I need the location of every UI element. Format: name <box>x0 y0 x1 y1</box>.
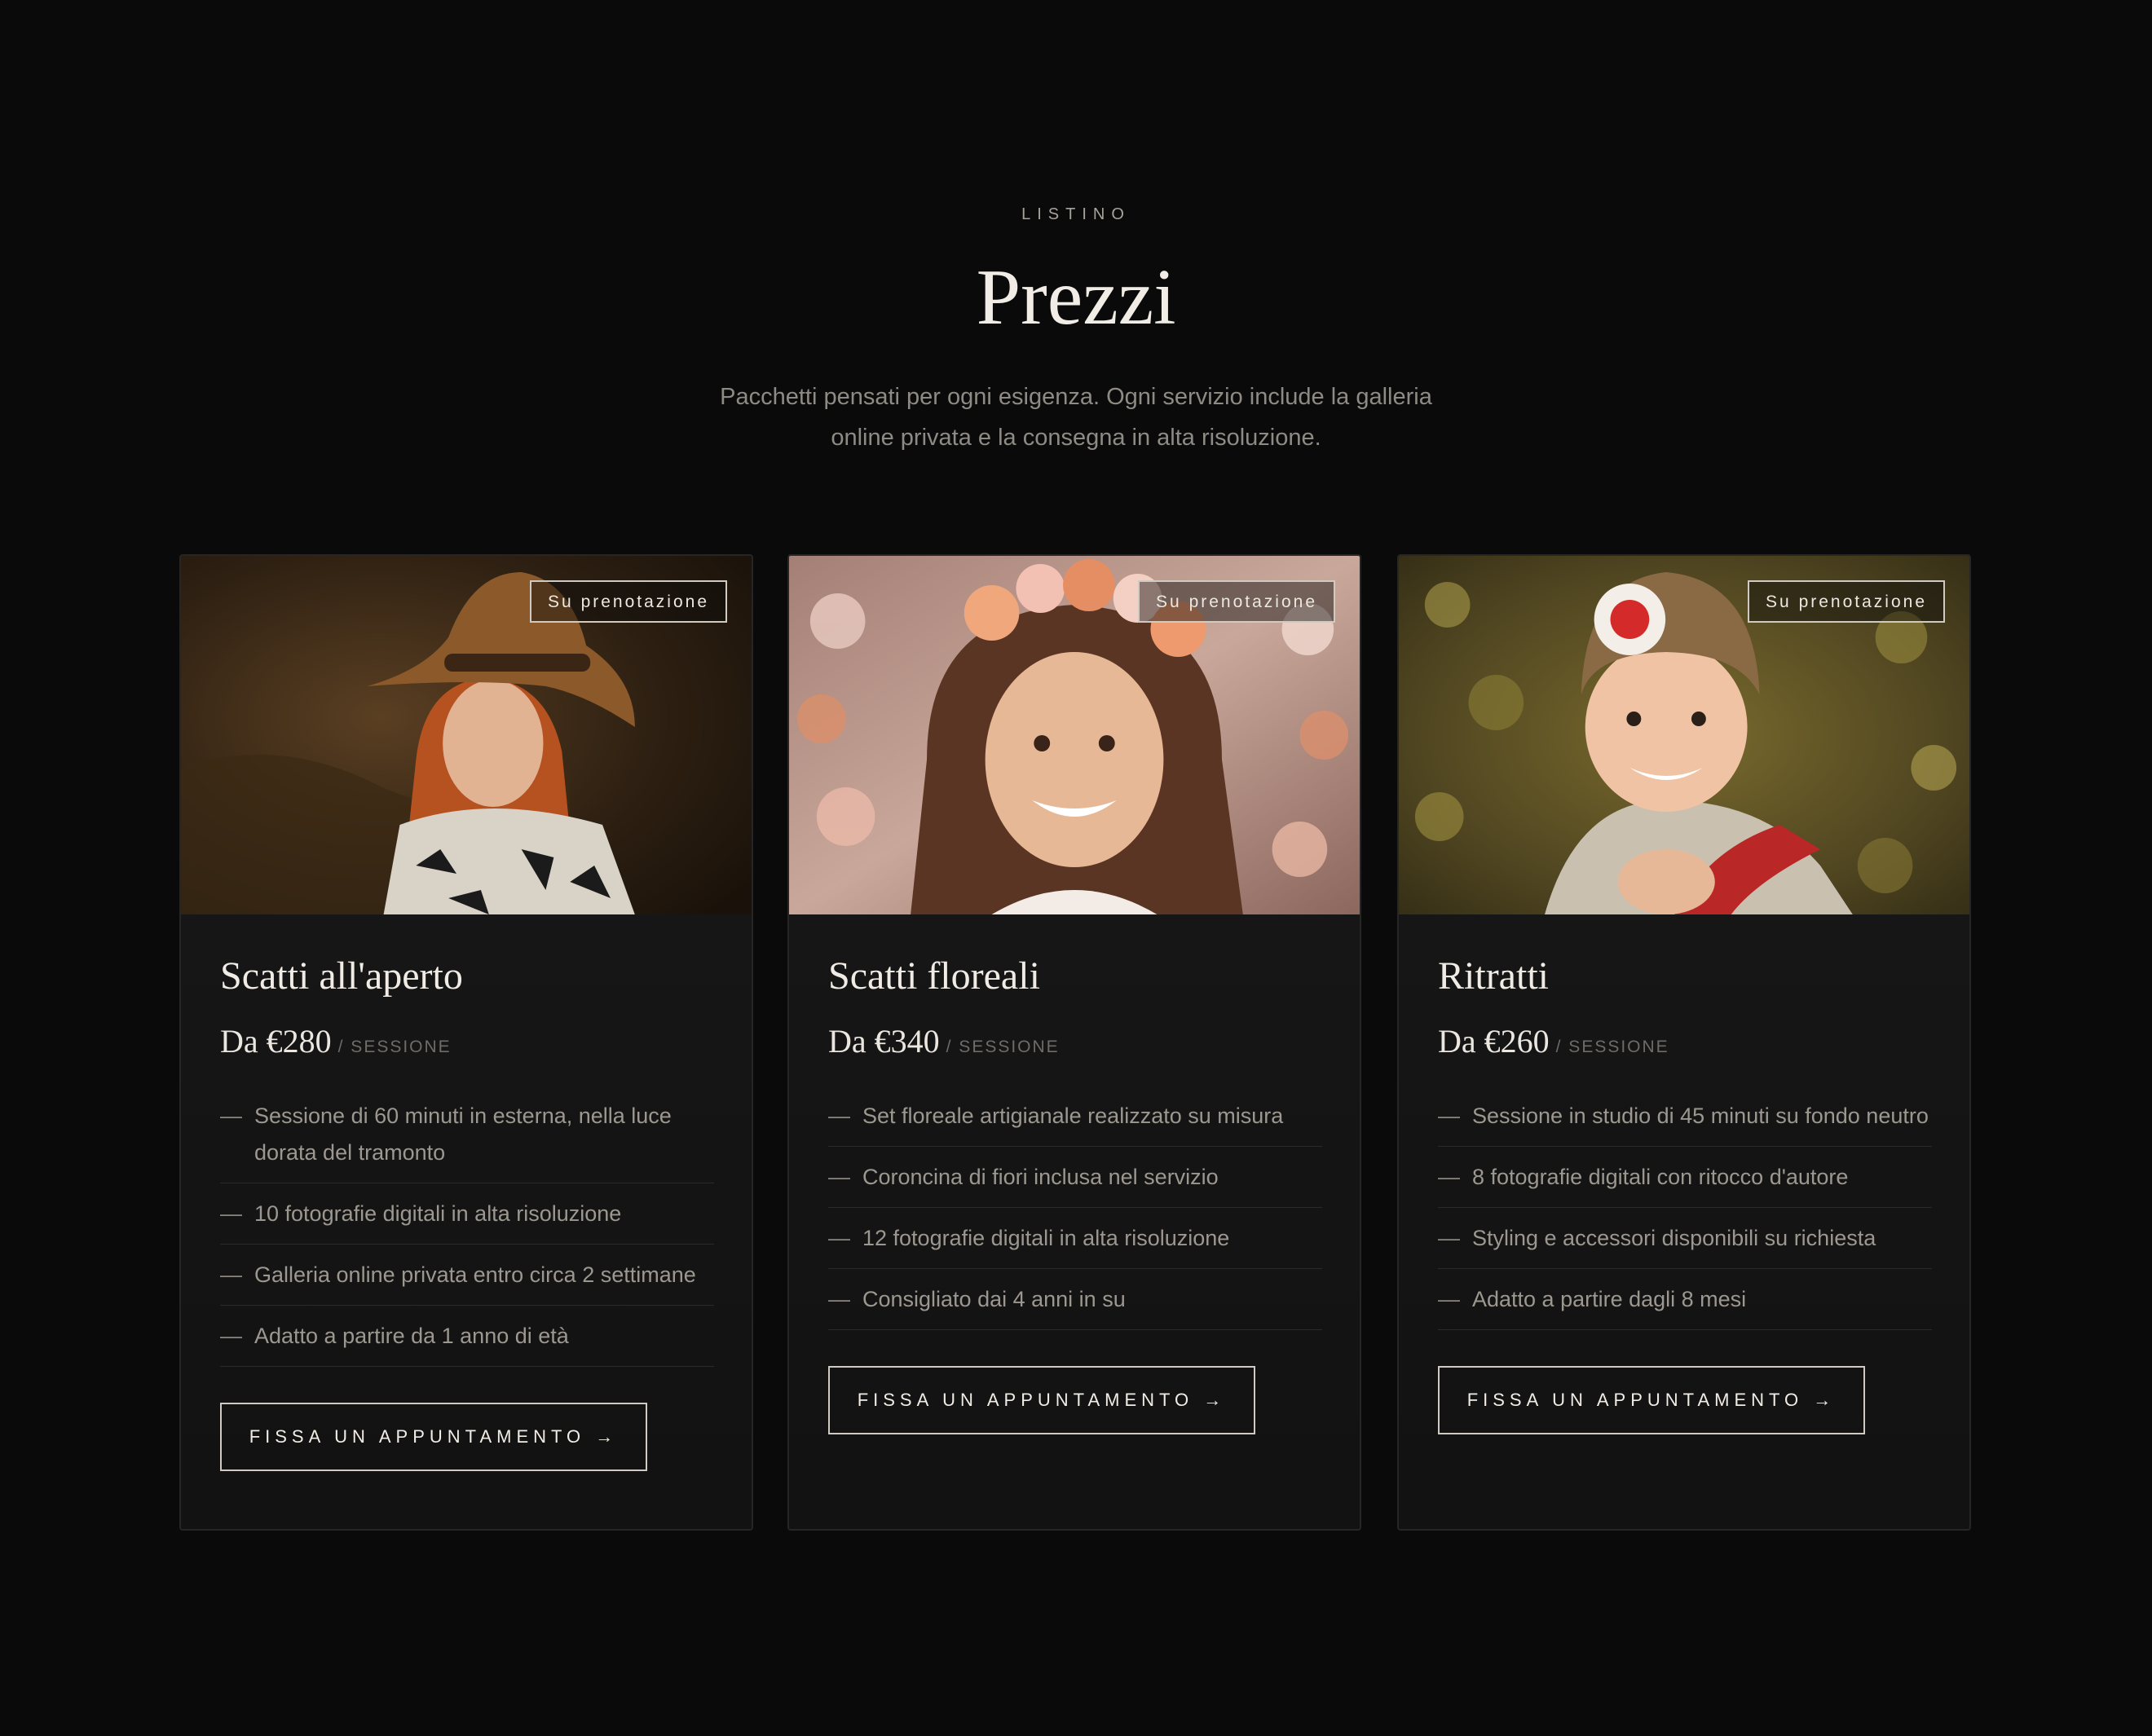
list-item: — Adatto a partire da 1 anno di età <box>220 1306 714 1367</box>
price-amount: Da €260 <box>1438 1023 1550 1060</box>
feature-text: Consigliato dai 4 anni in su <box>862 1287 1126 1311</box>
card-title: Scatti all'aperto <box>220 954 463 998</box>
dash-icon: — <box>220 1262 242 1287</box>
dash-icon: — <box>1438 1287 1460 1311</box>
pricing-card-portraits: Su prenotazione Ritratti Da €260 / SESSIO… <box>1397 554 1971 1531</box>
list-item: — Galleria online privata entro circa 2 s… <box>220 1245 714 1306</box>
dash-icon: — <box>220 1324 242 1348</box>
dash-icon: — <box>828 1104 850 1128</box>
dash-icon: — <box>828 1226 850 1250</box>
dash-icon: — <box>828 1165 850 1189</box>
list-item: — Coroncina di fiori inclusa nel servizio <box>828 1147 1322 1208</box>
list-item: — 12 fotografie digitali in alta risoluzi… <box>828 1208 1322 1269</box>
card-title: Ritratti <box>1438 954 1549 998</box>
feature-text: Coroncina di fiori inclusa nel servizio <box>862 1165 1219 1189</box>
dash-icon: — <box>828 1287 850 1311</box>
dash-icon: — <box>220 1104 242 1128</box>
feature-text: Set floreale artigianale realizzato su m… <box>862 1104 1284 1128</box>
list-item: — Set floreale artigianale realizzato su … <box>828 1086 1322 1147</box>
book-appointment-button[interactable]: FISSA UN APPUNTAMENTO → <box>828 1366 1255 1434</box>
list-item: — 8 fotografie digitali con ritocco d'aut… <box>1438 1147 1932 1208</box>
section-eyebrow: LISTINO <box>1021 205 1131 223</box>
card-title: Scatti floreali <box>828 954 1040 998</box>
section-title: Prezzi <box>976 253 1176 341</box>
list-item: — Adatto a partire dagli 8 mesi <box>1438 1269 1932 1330</box>
feature-text: Sessione in studio di 45 minuti su fondo… <box>1472 1104 1929 1128</box>
feature-text: Adatto a partire da 1 anno di età <box>254 1324 569 1348</box>
list-item: — Styling e accessori disponibili su rich… <box>1438 1208 1932 1269</box>
feature-list: — Set floreale artigianale realizzato su … <box>828 1086 1322 1330</box>
pricing-card-floral: Su prenotazione Scatti floreali Da €340 /… <box>787 554 1361 1531</box>
dash-icon: — <box>1438 1226 1460 1250</box>
price-unit: / SESSIONE <box>946 1038 1060 1056</box>
dash-icon: — <box>220 1201 242 1226</box>
feature-text: Sessione di 60 minuti in esterna, nella … <box>254 1104 672 1165</box>
availability-badge: Su prenotazione <box>1748 580 1945 623</box>
feature-text: 8 fotografie digitali con ritocco d'auto… <box>1472 1165 1849 1189</box>
photo-floral-portrait: Su prenotazione <box>789 556 1360 914</box>
list-item: — Consigliato dai 4 anni in su <box>828 1269 1322 1330</box>
availability-badge: Su prenotazione <box>530 580 727 623</box>
feature-list: — Sessione in studio di 45 minuti su fond… <box>1438 1086 1932 1330</box>
price: Da €260 / SESSIONE <box>1438 1022 1669 1060</box>
feature-list: — Sessione di 60 minuti in esterna, nella… <box>220 1086 714 1367</box>
feature-text: Adatto a partire dagli 8 mesi <box>1472 1287 1747 1311</box>
feature-text: Styling e accessori disponibili su richi… <box>1472 1226 1876 1250</box>
pricing-card-outdoor: Su prenotazione Scatti all'aperto Da €28… <box>179 554 753 1531</box>
list-item: — Sessione in studio di 45 minuti su fond… <box>1438 1086 1932 1147</box>
price: Da €340 / SESSIONE <box>828 1022 1060 1060</box>
feature-text: Galleria online privata entro circa 2 se… <box>254 1262 696 1287</box>
book-appointment-button[interactable]: FISSA UN APPUNTAMENTO → <box>1438 1366 1865 1434</box>
price: Da €280 / SESSIONE <box>220 1022 452 1060</box>
photo-outdoor-portrait: Su prenotazione <box>181 556 752 914</box>
dash-icon: — <box>1438 1165 1460 1189</box>
dash-icon: — <box>1438 1104 1460 1128</box>
price-amount: Da €280 <box>220 1023 332 1060</box>
feature-text: 12 fotografie digitali in alta risoluzio… <box>862 1226 1230 1250</box>
section-intro: Pacchetti pensati per ogni esigenza. Ogn… <box>720 384 1432 451</box>
list-item: — 10 fotografie digitali in alta risoluzi… <box>220 1183 714 1245</box>
price-unit: / SESSIONE <box>1555 1038 1669 1056</box>
photo-studio-portrait: Su prenotazione <box>1399 556 1969 914</box>
book-appointment-button[interactable]: FISSA UN APPUNTAMENTO → <box>220 1403 647 1471</box>
list-item: — Sessione di 60 minuti in esterna, nella… <box>220 1086 714 1183</box>
feature-text: 10 fotografie digitali in alta risoluzio… <box>254 1201 622 1226</box>
price-unit: / SESSIONE <box>337 1038 452 1056</box>
price-amount: Da €340 <box>828 1023 940 1060</box>
availability-badge: Su prenotazione <box>1138 580 1335 623</box>
